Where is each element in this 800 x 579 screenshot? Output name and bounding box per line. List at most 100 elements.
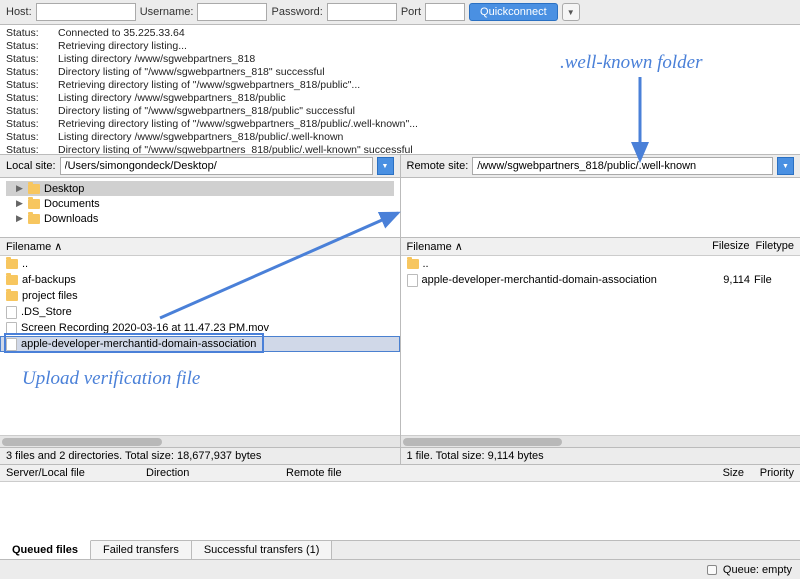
- remote-site-input[interactable]: [472, 157, 773, 175]
- log-label: Status:: [6, 131, 44, 144]
- log-row: Status: Listing directory /www/sgwebpartn…: [6, 131, 794, 144]
- log-row: Status:Retrieving directory listing of "…: [6, 79, 794, 92]
- log-label: Status:: [6, 27, 44, 40]
- local-list-body[interactable]: .. af-backups project files .DS_Store Screen…: [0, 256, 400, 435]
- disclosure-triangle-icon[interactable]: ▶: [16, 198, 24, 209]
- queue-body[interactable]: [0, 482, 800, 540]
- filetype-column-header[interactable]: Filetype: [755, 240, 794, 253]
- folder-up-icon: [6, 259, 18, 269]
- horizontal-scrollbar[interactable]: [401, 435, 800, 447]
- tree-item[interactable]: ▶ Downloads: [6, 211, 394, 226]
- list-item[interactable]: project files: [0, 288, 400, 304]
- filename-column-header[interactable]: Filename ∧: [6, 240, 62, 253]
- local-directory-tree[interactable]: ▶Desktop▶Documents▶Downloads: [0, 178, 401, 237]
- list-item[interactable]: ..: [0, 256, 400, 272]
- queue-col-remote[interactable]: Remote file: [286, 467, 704, 479]
- log-message: Retrieving directory listing of "/www/sg…: [58, 118, 418, 131]
- folder-icon: [6, 275, 18, 285]
- log-message: Directory listing of "/www/sgwebpartners…: [58, 105, 355, 118]
- log-message: Listing directory /www/sgwebpartners_818: [58, 53, 255, 66]
- directory-trees: ▶Desktop▶Documents▶Downloads: [0, 178, 800, 238]
- chevron-down-icon: ▼: [382, 163, 389, 170]
- log-message: Directory listing of "/www/sgwebpartners…: [58, 144, 413, 155]
- horizontal-scrollbar[interactable]: [0, 435, 400, 447]
- tab-failed-transfers[interactable]: Failed transfers: [91, 541, 192, 559]
- log-label: Status:: [6, 144, 44, 155]
- username-input[interactable]: [197, 3, 267, 21]
- filename-column-header[interactable]: Filename ∧: [407, 240, 463, 253]
- log-row: Status:Listing directory /www/sgwebpartn…: [6, 53, 794, 66]
- log-label: Status:: [6, 40, 44, 53]
- local-site-dropdown[interactable]: ▼: [377, 157, 394, 175]
- tab-successful-transfers[interactable]: Successful transfers (1): [192, 541, 333, 559]
- remote-directory-tree[interactable]: [401, 178, 800, 237]
- file-icon: [6, 338, 17, 351]
- local-summary: 3 files and 2 directories. Total size: 1…: [0, 448, 401, 464]
- file-name: .DS_Store: [21, 306, 394, 318]
- chevron-down-icon: ▼: [782, 163, 789, 170]
- local-file-list: Filename ∧ .. af-backups project files .DS_…: [0, 238, 401, 448]
- list-item[interactable]: af-backups: [0, 272, 400, 288]
- connection-toolbar: Host: Username: Password: Port Quickconn…: [0, 0, 800, 25]
- list-item[interactable]: apple-developer-merchantid-domain-associ…: [401, 272, 800, 288]
- queue-header[interactable]: Server/Local file Direction Remote file …: [0, 465, 800, 482]
- log-label: Status:: [6, 92, 44, 105]
- password-input[interactable]: [327, 3, 397, 21]
- log-message: Listing directory /www/sgwebpartners_818…: [58, 131, 343, 144]
- tree-item[interactable]: ▶ Documents: [6, 196, 394, 211]
- remote-list-body[interactable]: .. apple-developer-merchantid-domain-asso…: [401, 256, 800, 435]
- remote-file-list: Filename ∧ Filesize Filetype .. apple-dev…: [401, 238, 800, 448]
- log-row: Status:Retrieving directory listing...: [6, 40, 794, 53]
- port-label: Port: [401, 6, 421, 18]
- site-path-bar: Local site: ▼ Remote site: ▼: [0, 155, 800, 178]
- list-item[interactable]: ..: [401, 256, 800, 272]
- file-icon: [6, 306, 17, 319]
- quickconnect-button[interactable]: Quickconnect: [469, 3, 558, 21]
- status-bar: Queue: empty: [0, 559, 800, 579]
- log-message: Listing directory /www/sgwebpartners_818…: [58, 92, 286, 105]
- log-message: Retrieving directory listing of "/www/sg…: [58, 79, 360, 92]
- password-label: Password:: [271, 6, 322, 18]
- list-item[interactable]: Screen Recording 2020-03-16 at 11.47.23 …: [0, 320, 400, 336]
- file-name: af-backups: [22, 274, 394, 286]
- host-label: Host:: [6, 6, 32, 18]
- folder-up-icon: [407, 259, 419, 269]
- queue-col-priority[interactable]: Priority: [744, 467, 794, 479]
- log-row: Status: Directory listing of "/www/sgwebp…: [6, 144, 794, 155]
- tree-item[interactable]: ▶Desktop: [6, 181, 394, 196]
- file-name: ..: [22, 258, 394, 270]
- tree-item-label: Downloads: [44, 213, 98, 225]
- quickconnect-dropdown[interactable]: ▼: [562, 3, 580, 21]
- remote-list-header[interactable]: Filename ∧ Filesize Filetype: [401, 238, 800, 256]
- disclosure-triangle-icon[interactable]: ▶: [16, 213, 24, 224]
- summary-bar: 3 files and 2 directories. Total size: 1…: [0, 448, 800, 465]
- tab-queued-files[interactable]: Queued files: [0, 540, 91, 559]
- host-input[interactable]: [36, 3, 136, 21]
- log-label: Status:: [6, 118, 44, 131]
- log-message: Directory listing of "/www/sgwebpartners…: [58, 66, 325, 79]
- file-name: apple-developer-merchantid-domain-associ…: [21, 338, 394, 350]
- local-site-label: Local site:: [6, 160, 56, 172]
- message-log: Status:Connected to 35.225.33.64Status:R…: [0, 25, 800, 155]
- list-item[interactable]: apple-developer-merchantid-domain-associ…: [0, 336, 400, 352]
- folder-icon: [28, 214, 40, 224]
- port-input[interactable]: [425, 3, 465, 21]
- remote-summary: 1 file. Total size: 9,114 bytes: [401, 448, 800, 464]
- remote-site-dropdown[interactable]: ▼: [777, 157, 794, 175]
- local-list-header[interactable]: Filename ∧: [0, 238, 400, 256]
- queue-col-server[interactable]: Server/Local file: [6, 467, 146, 479]
- list-item[interactable]: .DS_Store: [0, 304, 400, 320]
- queue-col-size[interactable]: Size: [704, 467, 744, 479]
- file-name: Screen Recording 2020-03-16 at 11.47.23 …: [21, 322, 394, 334]
- filesize-column-header[interactable]: Filesize: [712, 240, 749, 253]
- tree-item-label: Documents: [44, 198, 100, 210]
- folder-icon: [28, 199, 40, 209]
- log-row: Status: Retrieving directory listing of "…: [6, 118, 794, 131]
- file-name: ..: [423, 258, 795, 270]
- queue-col-direction[interactable]: Direction: [146, 467, 286, 479]
- chevron-down-icon: ▼: [567, 8, 575, 17]
- disclosure-triangle-icon[interactable]: ▶: [16, 183, 24, 194]
- file-name: apple-developer-merchantid-domain-associ…: [422, 274, 697, 286]
- file-type: File: [754, 274, 794, 286]
- local-site-input[interactable]: [60, 157, 373, 175]
